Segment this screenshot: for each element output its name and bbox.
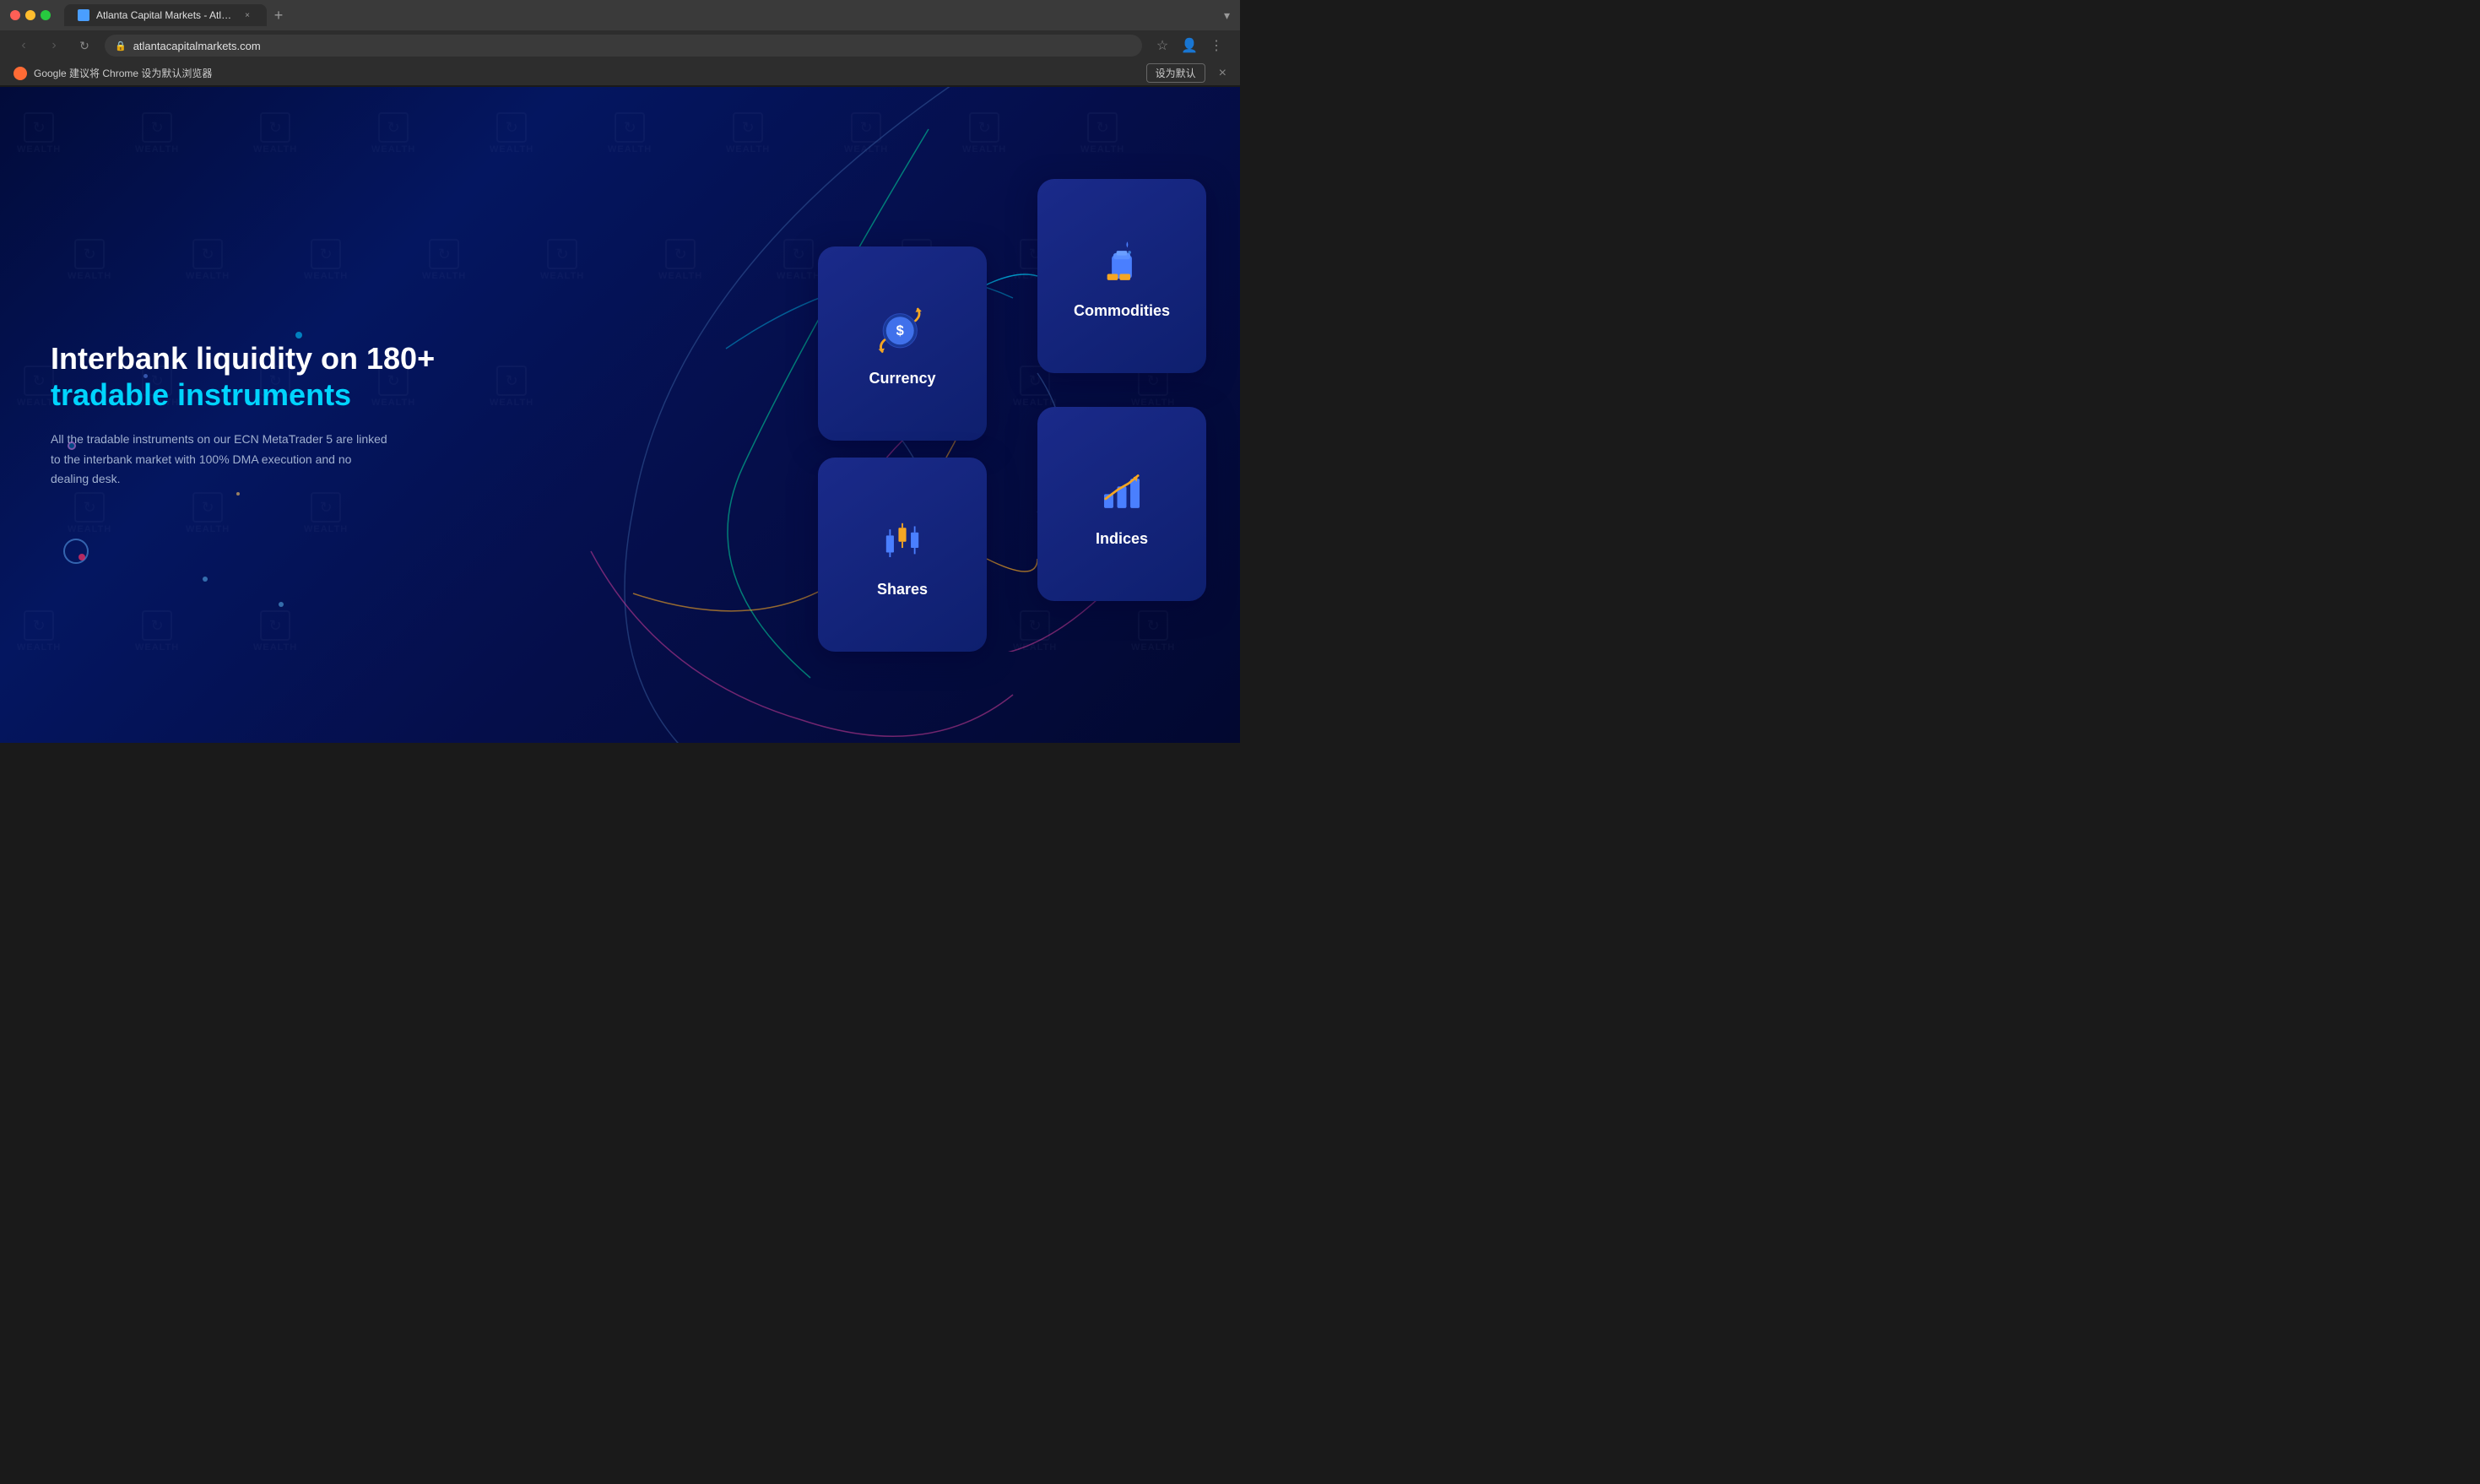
headline-line2: tradable instruments (51, 377, 351, 412)
refresh-button[interactable]: ↻ (74, 39, 95, 53)
active-tab[interactable]: Atlanta Capital Markets - Atla... × (64, 4, 267, 26)
minimize-traffic-light[interactable] (25, 10, 35, 20)
commodities-icon (1092, 231, 1151, 290)
bookmark-icon[interactable]: ☆ (1152, 37, 1172, 54)
indices-icon (1092, 459, 1151, 518)
shares-icon (873, 510, 932, 569)
forward-button[interactable]: › (44, 38, 64, 53)
tab-favicon (78, 9, 89, 21)
currency-icon: $ (873, 299, 932, 358)
decorative-dot-6 (236, 492, 240, 496)
traffic-lights (10, 10, 51, 20)
menu-icon[interactable]: ⋮ (1206, 37, 1226, 54)
svg-text:$: $ (896, 323, 904, 339)
page-description: All the tradable instruments on our ECN … (51, 430, 388, 490)
url-text: atlantacapitalmarkets.com (133, 40, 1132, 52)
close-traffic-light[interactable] (10, 10, 20, 20)
commodities-label: Commodities (1074, 302, 1170, 320)
shares-label: Shares (877, 581, 928, 598)
notification-text: Google 建议将 Chrome 设为默认浏览器 (34, 66, 1140, 80)
browser-chrome: Atlanta Capital Markets - Atla... × + ▾ … (0, 0, 1240, 87)
browser-expand-button[interactable]: ▾ (1224, 8, 1230, 23)
currency-card[interactable]: $ Currency (818, 246, 987, 441)
maximize-traffic-light[interactable] (41, 10, 51, 20)
tab-label: Atlanta Capital Markets - Atla... (96, 9, 235, 21)
toolbar-icons: ☆ 👤 ⋮ (1152, 37, 1226, 54)
decorative-dot-7 (279, 602, 284, 607)
tab-close-button[interactable]: × (241, 9, 253, 21)
page-content: ↻WEALTH ↻WEALTH ↻WEALTH ↻WEALTH ↻WEALTH … (0, 87, 1240, 743)
profile-icon[interactable]: 👤 (1179, 37, 1199, 54)
notification-close-button[interactable]: × (1219, 66, 1226, 81)
decorative-dot-2 (143, 374, 148, 378)
notification-bar: Google 建议将 Chrome 设为默认浏览器 设为默认 × (0, 61, 1240, 86)
notification-action-button[interactable]: 设为默认 (1146, 63, 1205, 83)
url-bar[interactable]: 🔒 atlantacapitalmarkets.com (105, 35, 1142, 57)
shares-card[interactable]: Shares (818, 458, 987, 652)
new-tab-button[interactable]: + (267, 3, 290, 27)
left-content: Interbank liquidity on 180+ tradable ins… (51, 340, 456, 490)
decorative-dot-5 (203, 577, 208, 582)
decorative-dot-3 (68, 441, 76, 450)
headline: Interbank liquidity on 180+ tradable ins… (51, 340, 456, 413)
indices-card[interactable]: Indices (1037, 407, 1206, 601)
commodities-card[interactable]: Commodities (1037, 179, 1206, 373)
address-bar: ‹ › ↻ 🔒 atlantacapitalmarkets.com ☆ 👤 ⋮ (0, 30, 1240, 61)
notification-favicon (14, 67, 27, 80)
security-lock-icon: 🔒 (115, 41, 127, 51)
currency-label: Currency (869, 370, 935, 387)
decorative-circle-1 (63, 539, 89, 564)
indices-label: Indices (1096, 530, 1148, 548)
tab-bar: Atlanta Capital Markets - Atla... × + (64, 3, 1217, 27)
decorative-dot-4 (79, 554, 85, 561)
cards-area: $ Currency (734, 179, 1206, 652)
title-bar: Atlanta Capital Markets - Atla... × + ▾ (0, 0, 1240, 30)
decorative-dot-1 (295, 332, 302, 339)
back-button[interactable]: ‹ (14, 38, 34, 53)
headline-line1: Interbank liquidity on 180+ (51, 341, 435, 376)
